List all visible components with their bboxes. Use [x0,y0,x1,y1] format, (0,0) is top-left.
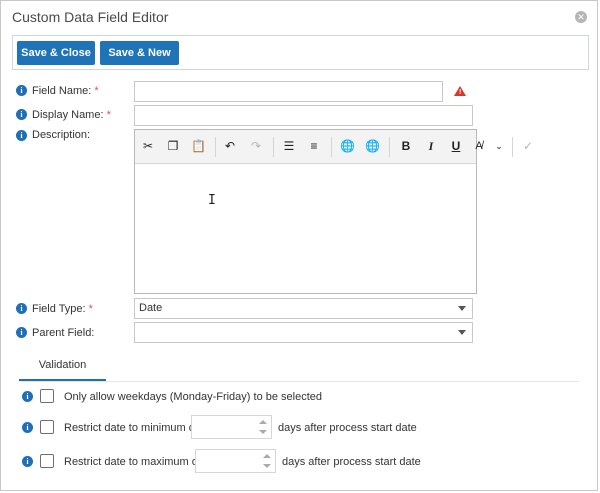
chevron-down-icon[interactable] [458,306,466,311]
display-name-input[interactable] [134,105,473,126]
min-date-suffix: days after process start date [278,422,417,434]
toolbar-separator [273,137,274,157]
info-icon[interactable]: i [16,327,27,338]
max-days-stepper[interactable] [195,449,276,473]
required-marker: * [94,85,99,97]
field-name-label-text: Field Name: [32,85,92,97]
field-name-input[interactable] [134,81,443,102]
numbered-list-icon[interactable]: ☰ [282,139,296,153]
undo-icon[interactable]: ↶ [223,139,237,153]
required-marker: * [106,109,111,121]
custom-data-field-editor-dialog: Custom Data Field Editor ✕ Save & Close … [0,0,598,491]
save-close-button[interactable]: Save & Close [17,41,95,65]
save-new-button[interactable]: Save & New [100,41,179,65]
spin-up-icon[interactable] [263,454,271,458]
description-rich-text-editor[interactable]: ✂ ❐ 📋 ↶ ↷ ☰ ≡ 🌐 🌐 B I U A̸ ⌄ ✓ [134,129,533,294]
dropdown-icon[interactable]: ⌄ [492,139,506,153]
min-date-checkbox[interactable] [40,420,54,434]
parent-field-label: Parent Field: [32,327,95,339]
field-name-label: Field Name: * [32,85,99,97]
bullet-list-icon[interactable]: ≡ [307,139,321,153]
toolbar-separator [331,137,332,157]
bold-icon[interactable]: B [399,139,413,153]
spin-up-icon[interactable] [259,420,267,424]
field-type-label-text: Field Type: [32,303,86,315]
info-icon[interactable]: i [22,391,33,402]
editor-toolbar: ✂ ❐ 📋 ↶ ↷ ☰ ≡ 🌐 🌐 B I U A̸ ⌄ ✓ [135,130,533,164]
display-name-label-text: Display Name: [32,109,104,121]
cut-icon[interactable]: ✂ [141,139,155,153]
spin-down-icon[interactable] [259,430,267,434]
chevron-down-icon[interactable] [458,330,466,335]
remove-link-icon[interactable]: 🌐 [365,139,380,153]
weekdays-label: Only allow weekdays (Monday-Friday) to b… [64,391,323,403]
info-icon[interactable]: i [16,303,27,314]
description-label: Description: [32,129,91,141]
insert-link-icon[interactable]: 🌐 [340,139,355,153]
info-icon[interactable]: i [16,85,27,96]
required-marker: * [88,303,93,315]
field-type-value: Date [139,302,163,314]
weekdays-checkbox[interactable] [40,389,54,403]
font-color-icon[interactable]: A̸ [472,139,486,153]
text-cursor-icon: I [208,193,216,208]
spellcheck-icon[interactable]: ✓ [521,139,535,153]
copy-icon[interactable]: ❐ [166,139,180,153]
close-icon[interactable]: ✕ [575,11,587,23]
spin-down-icon[interactable] [263,464,271,468]
italic-icon[interactable]: I [424,139,438,153]
warning-icon-mark: ! [459,89,462,96]
underline-icon[interactable]: U [449,139,463,153]
parent-field-select[interactable] [134,322,473,343]
info-icon[interactable]: i [22,456,33,467]
max-date-label: Restrict date to maximum of [64,456,201,468]
min-days-stepper[interactable] [191,415,272,439]
paste-icon[interactable]: 📋 [191,139,206,153]
toolbar-separator [512,137,513,157]
redo-icon[interactable]: ↷ [249,139,263,153]
info-icon[interactable]: i [16,109,27,120]
toolbar-separator [215,137,216,157]
min-date-label: Restrict date to minimum of [64,422,198,434]
action-toolbar: Save & Close Save & New [12,35,589,70]
display-name-label: Display Name: * [32,109,111,121]
info-icon[interactable]: i [16,130,27,141]
title-bar: Custom Data Field Editor ✕ [1,1,597,33]
tab-divider [19,381,579,382]
tab-validation[interactable]: Validation [19,354,106,381]
field-type-select[interactable]: Date [134,298,473,319]
dialog-title: Custom Data Field Editor [12,9,169,25]
toolbar-separator [389,137,390,157]
max-date-checkbox[interactable] [40,454,54,468]
max-date-suffix: days after process start date [282,456,421,468]
info-icon[interactable]: i [22,422,33,433]
field-type-label: Field Type: * [32,303,93,315]
